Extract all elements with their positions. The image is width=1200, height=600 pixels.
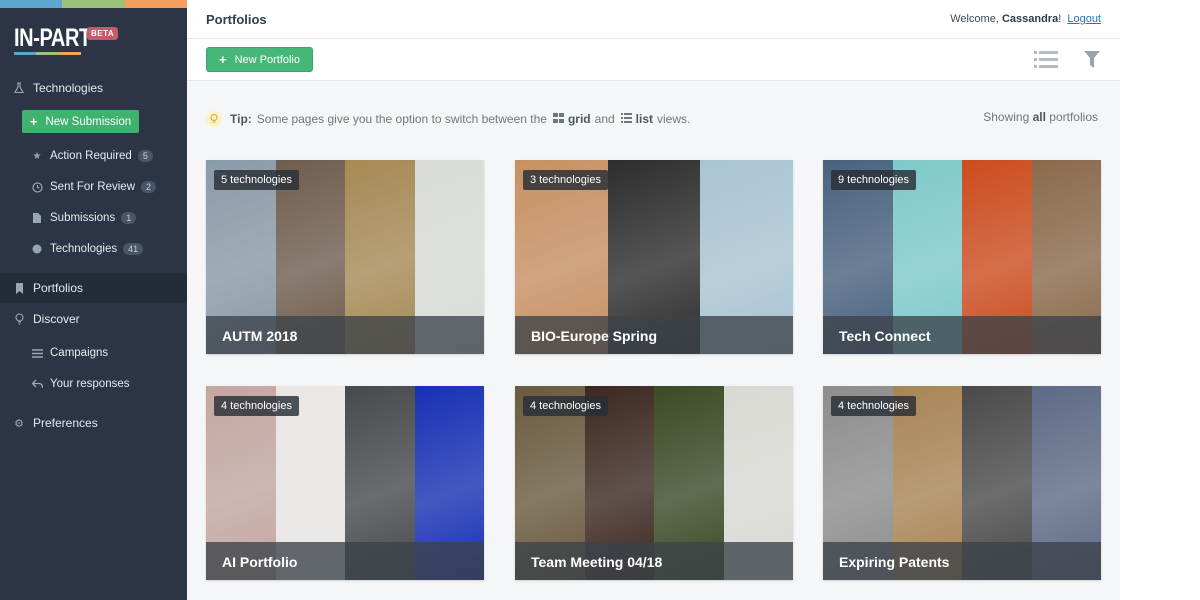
tip-text: Some pages give you the option to switch… [256, 112, 547, 126]
circle-icon [31, 243, 43, 255]
portfolio-card[interactable]: 5 technologies AUTM 2018 [206, 160, 484, 354]
sidebar-item-sent-for-review[interactable]: Sent For Review 2 [0, 174, 187, 200]
topbar: Portfolios Welcome, Cassandra! Logout [187, 0, 1120, 39]
count-badge: 2 [141, 181, 157, 193]
plus-icon: + [218, 52, 227, 67]
portfolio-title: AI Portfolio [222, 554, 298, 570]
card-footer: BIO-Europe Spring [515, 316, 793, 354]
card-footer: AUTM 2018 [206, 316, 484, 354]
page-margin [1120, 0, 1200, 600]
sidebar-item-technologies[interactable]: Technologies [0, 73, 187, 103]
sidebar-item-label: Technologies [33, 81, 104, 95]
showing-suffix: portfolios [1049, 110, 1098, 124]
sidebar-item-label: Action Required [50, 150, 132, 162]
lightbulb-icon [206, 111, 222, 127]
page-title: Portfolios [206, 12, 267, 27]
tip-and-word: and [594, 112, 615, 126]
welcome-suffix: ! [1058, 13, 1062, 25]
sidebar-item-preferences[interactable]: ⚙ Preferences [0, 408, 187, 438]
sidebar-item-action-required[interactable]: ★ Action Required 5 [0, 143, 187, 169]
logout-link[interactable]: Logout [1067, 13, 1101, 25]
list-view-icon[interactable] [1034, 51, 1058, 68]
portfolio-title: BIO-Europe Spring [531, 328, 657, 344]
plus-icon: + [29, 114, 38, 129]
technology-count-badge: 9 technologies [831, 170, 916, 190]
portfolio-card[interactable]: 4 technologies AI Portfolio [206, 386, 484, 580]
card-footer: Team Meeting 04/18 [515, 542, 793, 580]
sidebar-item-label: Preferences [33, 416, 98, 430]
bookmark-icon [13, 282, 25, 294]
main-content: Portfolios Welcome, Cassandra! Logout + … [187, 0, 1120, 600]
new-portfolio-label: New Portfolio [234, 53, 300, 66]
lightbulb-icon [13, 313, 25, 325]
sidebar-item-your-responses[interactable]: Your responses [0, 371, 187, 397]
showing-filter: all [1032, 110, 1046, 124]
count-badge: 1 [121, 212, 137, 224]
sidebar-item-technologies-list[interactable]: Technologies 41 [0, 236, 187, 262]
sidebar-item-label: Submissions [50, 212, 116, 224]
portfolio-title: Expiring Patents [839, 554, 950, 570]
sidebar-item-label: Technologies [50, 243, 118, 255]
sidebar-item-portfolios[interactable]: Portfolios [0, 273, 187, 303]
logo-underline [14, 52, 81, 55]
welcome-message: Welcome, Cassandra! Logout [950, 13, 1101, 25]
sidebar-item-submissions[interactable]: Submissions 1 [0, 205, 187, 231]
tip-banner: Tip: Some pages give you the option to s… [206, 111, 690, 127]
new-submission-button[interactable]: + New Submission [22, 110, 139, 133]
filter-icon[interactable] [1084, 51, 1100, 68]
sidebar-item-label: Your responses [50, 378, 130, 390]
grid-icon [552, 112, 564, 126]
sidebar: IN-PART BETA Technologies + New Submissi… [0, 0, 187, 600]
showing-prefix: Showing [983, 110, 1030, 124]
card-footer: Tech Connect [823, 316, 1101, 354]
user-name: Cassandra [1001, 13, 1059, 25]
portfolio-card[interactable]: 4 technologies Team Meeting 04/18 [515, 386, 793, 580]
portfolio-card[interactable]: 3 technologies BIO-Europe Spring [515, 160, 793, 354]
sidebar-item-label: Campaigns [50, 347, 109, 359]
tip-grid-word: grid [567, 112, 591, 126]
count-badge: 5 [137, 150, 153, 162]
portfolio-title: Team Meeting 04/18 [531, 554, 663, 570]
sidebar-item-discover[interactable]: Discover [0, 304, 187, 334]
toolbar: + New Portfolio [187, 39, 1120, 81]
portfolio-card[interactable]: 9 technologies Tech Connect [823, 160, 1101, 354]
reply-icon [31, 378, 43, 390]
sidebar-item-label: Discover [33, 312, 80, 326]
portfolio-card[interactable]: 4 technologies Expiring Patents [823, 386, 1101, 580]
new-portfolio-button[interactable]: + New Portfolio [206, 47, 313, 72]
document-icon [31, 212, 43, 224]
showing-status: Showing all portfolios [983, 110, 1098, 124]
gear-icon: ⚙ [14, 417, 24, 430]
sidebar-item-campaigns[interactable]: Campaigns [0, 340, 187, 366]
technology-count-badge: 3 technologies [523, 170, 608, 190]
welcome-prefix: Welcome, [950, 13, 999, 25]
flask-icon [13, 82, 25, 94]
technology-count-badge: 4 technologies [523, 396, 608, 416]
new-submission-label: New Submission [45, 115, 132, 128]
card-footer: AI Portfolio [206, 542, 484, 580]
tip-list-word: list [635, 112, 654, 126]
technology-count-badge: 4 technologies [214, 396, 299, 416]
sidebar-item-label: Sent For Review [50, 181, 136, 193]
technology-count-badge: 5 technologies [214, 170, 299, 190]
portfolio-title: Tech Connect [839, 328, 931, 344]
tip-text-after: views. [657, 112, 691, 126]
card-footer: Expiring Patents [823, 542, 1101, 580]
sidebar-item-label: Portfolios [33, 281, 84, 295]
list-icon [31, 347, 43, 359]
brand-color-strip [0, 0, 187, 8]
star-icon: ★ [32, 150, 42, 162]
clock-icon [31, 181, 43, 193]
beta-badge: BETA [87, 27, 119, 40]
list-icon [620, 112, 632, 126]
logo-text: IN-PART [14, 24, 91, 52]
portfolio-title: AUTM 2018 [222, 328, 298, 344]
count-badge: 41 [123, 243, 144, 255]
tip-label: Tip: [230, 112, 252, 126]
technology-count-badge: 4 technologies [831, 396, 916, 416]
